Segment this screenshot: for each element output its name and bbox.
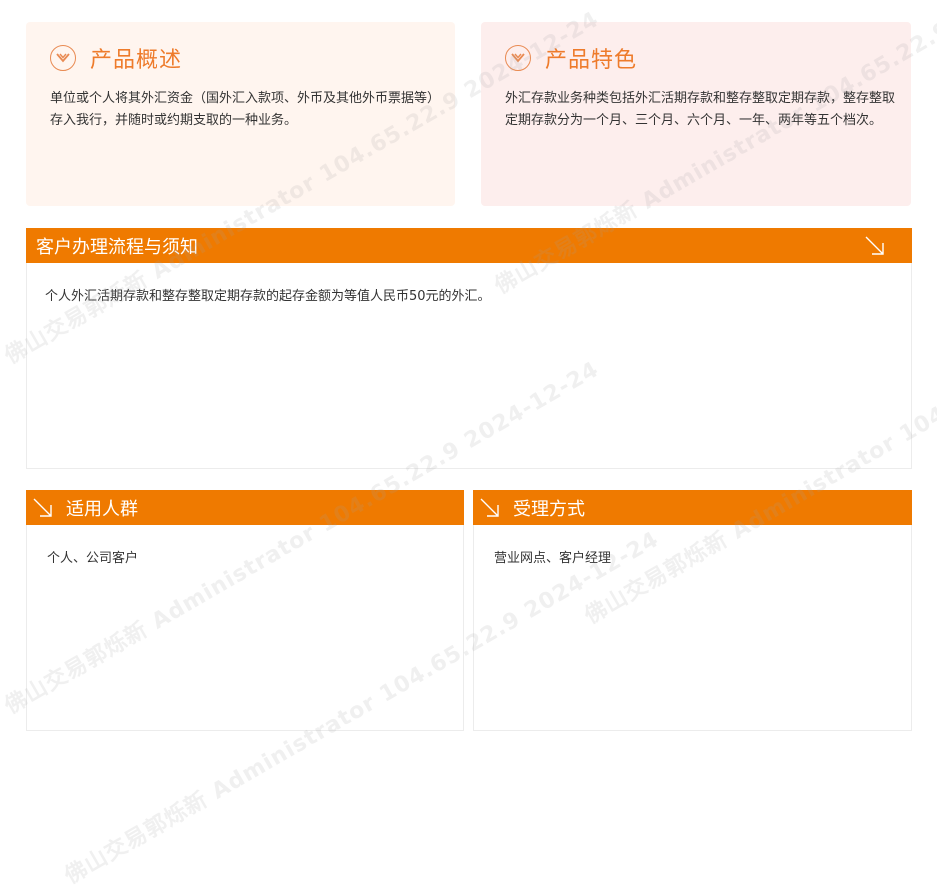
product-features-header: 产品特色 (505, 42, 895, 74)
channel-panel-text: 营业网点、客户经理 (494, 551, 612, 566)
product-features-card: 产品特色 外汇存款业务种类包括外汇活期存款和整存整取定期存款，整存整取定期存款分… (481, 22, 911, 206)
product-features-title: 产品特色 (545, 48, 638, 73)
channel-panel-header[interactable]: 受理方式 (473, 490, 912, 525)
diagonal-arrow-icon[interactable] (32, 497, 54, 519)
process-panel-text: 个人外汇活期存款和整存整取定期存款的起存金额为等值人民币50元的外汇。 (45, 289, 491, 304)
diagonal-arrow-icon[interactable] (864, 235, 886, 257)
audience-panel-text: 个人、公司客户 (47, 551, 139, 566)
chevron-down-circle-icon (505, 45, 531, 71)
process-panel-body: 个人外汇活期存款和整存整取定期存款的起存金额为等值人民币50元的外汇。 (26, 263, 912, 469)
audience-panel-header[interactable]: 适用人群 (26, 490, 464, 525)
audience-panel-body: 个人、公司客户 (26, 525, 464, 731)
product-overview-card: 产品概述 单位或个人将其外汇资金（国外汇入款项、外币及其他外币票据等）存入我行，… (26, 22, 455, 206)
product-features-text: 外汇存款业务种类包括外汇活期存款和整存整取定期存款，整存整取定期存款分为一个月、… (505, 91, 896, 128)
channel-panel-body: 营业网点、客户经理 (473, 525, 912, 731)
channel-panel-title: 受理方式 (513, 498, 585, 520)
audience-panel-title: 适用人群 (66, 498, 138, 520)
process-panel-title: 客户办理流程与须知 (36, 236, 198, 258)
product-overview-text: 单位或个人将其外汇资金（国外汇入款项、外币及其他外币票据等）存入我行，并随时或约… (50, 91, 434, 128)
chevron-down-circle-icon (50, 45, 76, 71)
product-overview-title: 产品概述 (90, 48, 183, 73)
process-panel-header[interactable]: 客户办理流程与须知 (26, 228, 912, 263)
diagonal-arrow-icon[interactable] (479, 497, 501, 519)
product-overview-header: 产品概述 (50, 42, 439, 74)
